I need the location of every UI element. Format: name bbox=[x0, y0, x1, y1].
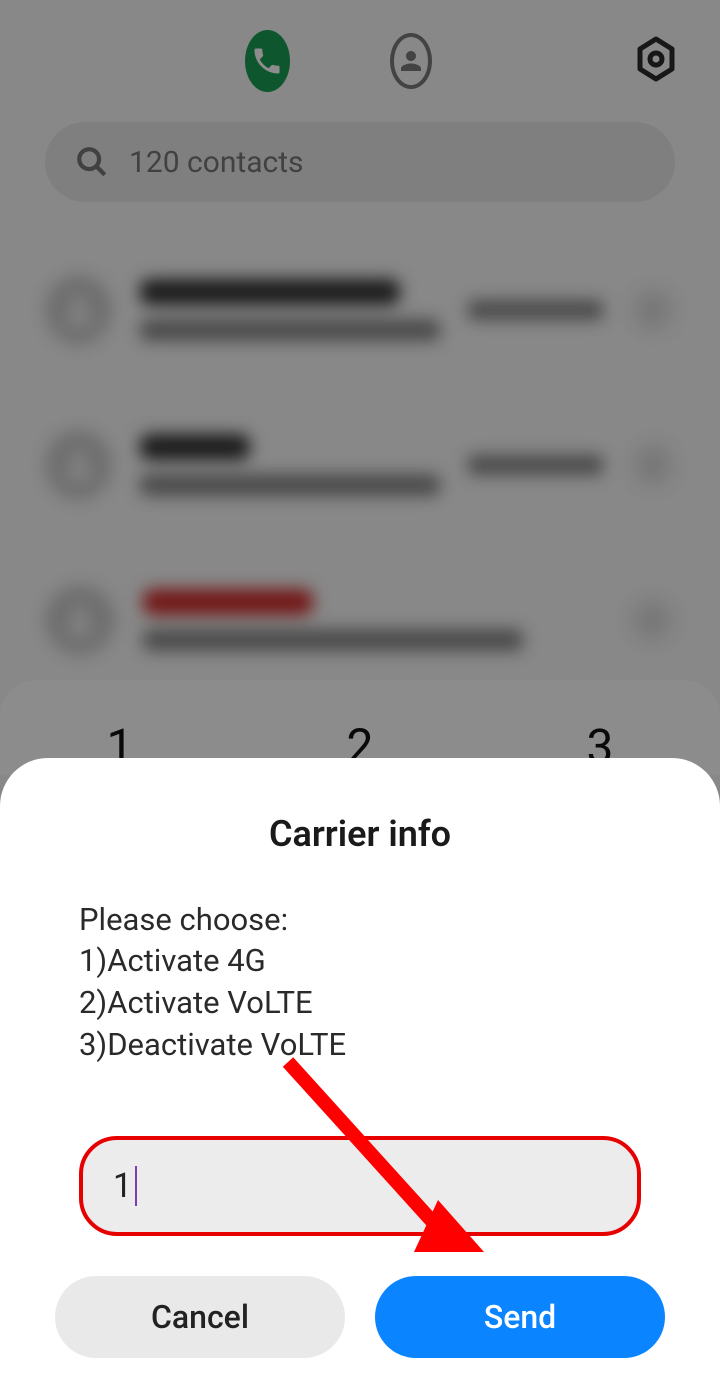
text-cursor bbox=[135, 1166, 137, 1206]
ussd-dialog: Carrier info Please choose: 1)Activate 4… bbox=[0, 758, 720, 1400]
ussd-input-value: 1 bbox=[113, 1166, 133, 1206]
cancel-button[interactable]: Cancel bbox=[55, 1276, 345, 1358]
dialog-title: Carrier info bbox=[55, 813, 665, 855]
ussd-input[interactable]: 1 bbox=[79, 1136, 641, 1236]
dialog-button-row: Cancel Send bbox=[55, 1276, 665, 1358]
dialog-body: Please choose: 1)Activate 4G 2)Activate … bbox=[79, 899, 641, 1066]
send-button[interactable]: Send bbox=[375, 1276, 665, 1358]
